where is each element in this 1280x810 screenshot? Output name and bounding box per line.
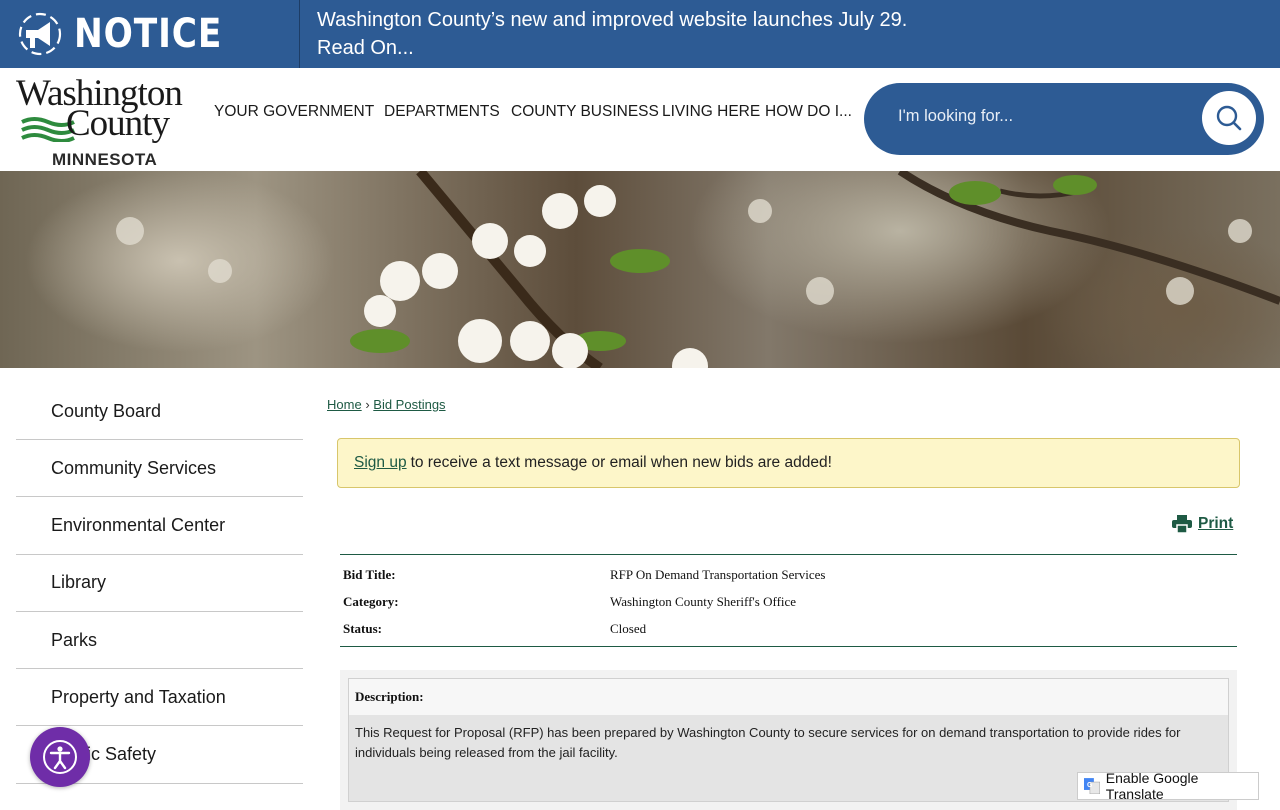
nav-your-government[interactable]: YOUR GOVERNMENT: [214, 103, 374, 121]
search-button[interactable]: [1202, 91, 1256, 145]
nav-living-here[interactable]: LIVING HERE: [662, 103, 760, 121]
bid-status-label: Status:: [343, 620, 383, 636]
google-translate-label: Enable Google Translate: [1105, 770, 1199, 802]
printer-icon: [1172, 515, 1192, 533]
sidebar-item-library[interactable]: Library: [16, 555, 303, 612]
svg-text:G: G: [1087, 782, 1092, 789]
megaphone-icon: [18, 12, 62, 56]
description-heading: Description:: [349, 679, 1228, 715]
notice-label: NOTICE: [74, 11, 223, 57]
logo-minnesota: MINNESOTA: [52, 150, 158, 169]
search-icon: [1216, 105, 1242, 131]
nav-how-do-i[interactable]: HOW DO I...: [765, 103, 852, 121]
bid-row-status: Status: Closed: [340, 615, 1237, 642]
sidebar-nav: County Board Community Services Environm…: [16, 383, 303, 784]
blossom-illustration: [116, 171, 1280, 368]
accessibility-button[interactable]: [30, 727, 90, 787]
hero-banner-image: [0, 171, 1280, 368]
sidebar-item-community-services[interactable]: Community Services: [16, 440, 303, 498]
bid-status-value: Closed: [610, 620, 647, 636]
breadcrumb-bid-postings-link[interactable]: Bid Postings: [373, 397, 445, 412]
signup-text: to receive a text message or email when …: [410, 454, 832, 471]
notice-bar: NOTICE Washington County’s new and impro…: [0, 0, 1280, 68]
google-translate-button[interactable]: G Enable Google Translate: [1077, 770, 1259, 802]
print-label: Print: [1198, 515, 1234, 532]
nav-county-business[interactable]: COUNTY BUSINESS: [511, 103, 659, 121]
sidebar-item-environmental-center[interactable]: Environmental Center: [16, 497, 303, 555]
bid-title-label: Bid Title:: [343, 566, 396, 582]
bid-category-value: Washington County Sheriff's Office: [610, 593, 797, 609]
signup-alert: Sign up to receive a text message or ema…: [337, 438, 1240, 488]
bid-row-category: Category: Washington County Sheriff's Of…: [340, 588, 1237, 615]
notice-message[interactable]: Washington County’s new and improved web…: [317, 6, 907, 62]
search-bar: [864, 83, 1264, 155]
signup-link[interactable]: Sign up: [354, 454, 407, 472]
accessibility-icon: [43, 740, 77, 774]
breadcrumb: Home › Bid Postings: [327, 397, 446, 412]
sidebar-item-property-and-taxation[interactable]: Property and Taxation: [16, 669, 303, 727]
notice-read-on-link[interactable]: Read On...: [317, 34, 907, 62]
sidebar-item-county-board[interactable]: County Board: [16, 383, 303, 440]
site-header: Washington County MINNESOTA YOUR GOVERNM…: [0, 68, 1280, 171]
county-logo[interactable]: Washington County MINNESOTA: [14, 75, 194, 169]
logo-county: County: [66, 103, 170, 144]
notice-line-1: Washington County’s new and improved web…: [317, 9, 908, 31]
breadcrumb-home-link[interactable]: Home: [327, 397, 362, 412]
bid-title-value: RFP On Demand Transportation Services: [610, 566, 826, 582]
sidebar-item-parks[interactable]: Parks: [16, 612, 303, 670]
google-translate-icon: G: [1084, 778, 1100, 794]
description-body: This Request for Proposal (RFP) has been…: [355, 725, 1181, 760]
nav-departments[interactable]: DEPARTMENTS: [384, 103, 500, 121]
notice-label-area: NOTICE: [0, 0, 300, 68]
breadcrumb-separator: ›: [365, 397, 370, 412]
bid-category-label: Category:: [343, 593, 399, 609]
bid-details-table: Bid Title: RFP On Demand Transportation …: [340, 554, 1237, 647]
bid-row-title: Bid Title: RFP On Demand Transportation …: [340, 561, 1237, 588]
search-input[interactable]: [898, 107, 1198, 126]
print-button[interactable]: Print: [1172, 515, 1233, 533]
